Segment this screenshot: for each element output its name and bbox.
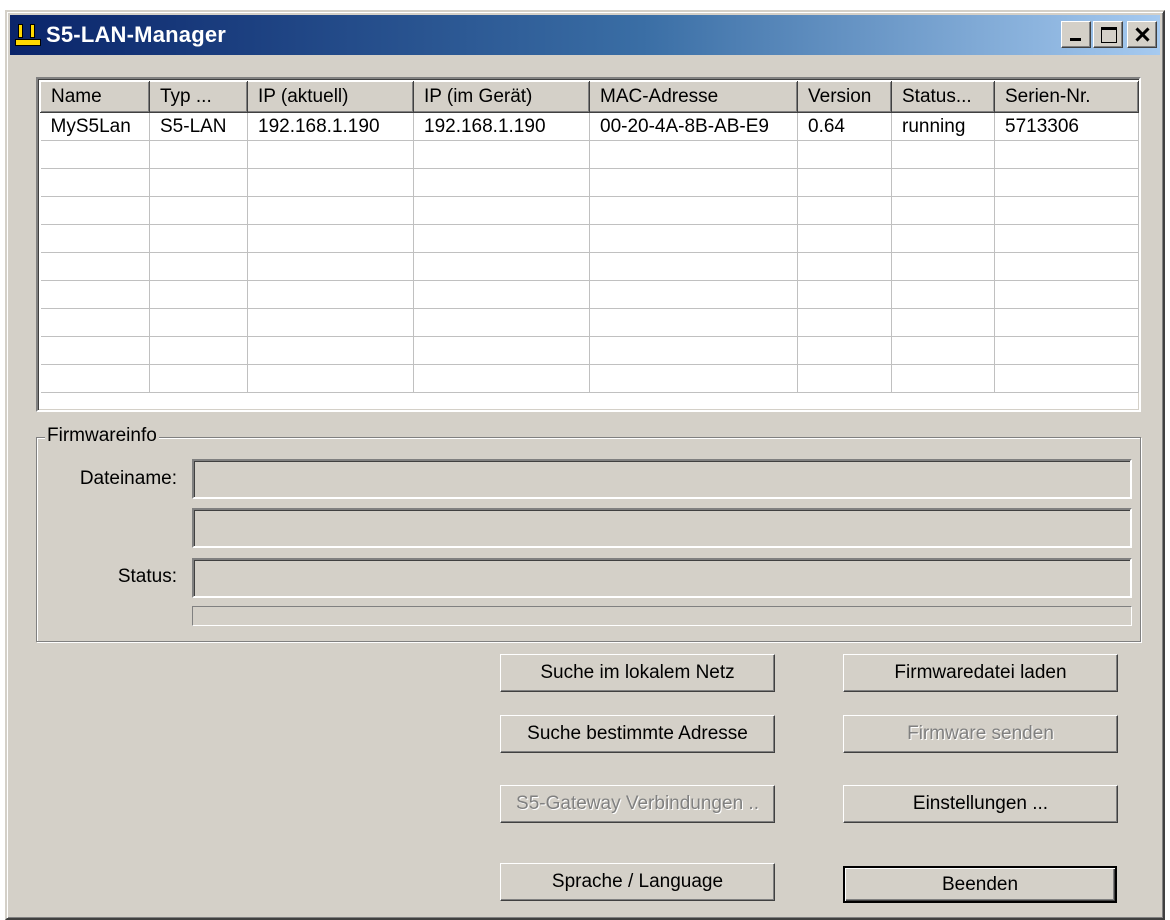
empty-row: [40, 364, 1139, 393]
cell-ip-geraet: 192.168.1.190: [413, 112, 590, 141]
cell-typ: S5-LAN: [149, 112, 248, 141]
window-title: S5-LAN-Manager: [46, 22, 227, 47]
exit-button[interactable]: Beenden: [843, 866, 1117, 903]
dateiname-field: [192, 459, 1132, 499]
status-label: Status:: [117, 566, 177, 587]
gateway-connections-button[interactable]: S5-Gateway Verbindungen ..: [500, 785, 775, 823]
close-icon[interactable]: [1127, 21, 1157, 48]
dateiname-label: Dateiname:: [79, 468, 177, 489]
cell-serial: 5713306: [994, 112, 1139, 141]
empty-row: [40, 140, 1139, 169]
status-field: [192, 558, 1132, 598]
column-header-name[interactable]: Name: [40, 81, 150, 113]
window-controls: [1059, 21, 1157, 48]
maximize-icon[interactable]: [1093, 21, 1123, 48]
table-header-row: Name Typ ... IP (aktuell) IP (im Gerät) …: [40, 81, 1139, 113]
empty-row: [40, 280, 1139, 309]
empty-row: [40, 224, 1139, 253]
empty-row: [40, 168, 1139, 197]
load-firmware-file-button[interactable]: Firmwaredatei laden: [843, 654, 1118, 692]
cell-version: 0.64: [797, 112, 892, 141]
language-button[interactable]: Sprache / Language: [500, 863, 775, 901]
empty-row: [40, 308, 1139, 337]
cell-name: MyS5Lan: [40, 112, 150, 141]
column-header-version[interactable]: Version: [797, 81, 892, 113]
cell-mac: 00-20-4A-8B-AB-E9: [589, 112, 798, 141]
firmware-extra-field: [192, 508, 1132, 548]
firmware-progress-bar: [192, 606, 1132, 626]
column-header-ip-aktuell[interactable]: IP (aktuell): [247, 81, 414, 113]
column-header-ip-geraet[interactable]: IP (im Gerät): [413, 81, 590, 113]
empty-row: [40, 252, 1139, 281]
column-header-typ[interactable]: Typ ...: [149, 81, 248, 113]
minimize-icon[interactable]: [1061, 21, 1091, 48]
settings-button[interactable]: Einstellungen ...: [843, 785, 1118, 823]
table-row[interactable]: MyS5Lan S5-LAN 192.168.1.190 192.168.1.1…: [40, 112, 1139, 141]
main-window: S5-LAN-Manager Name Typ ... IP (aktuell)…: [5, 10, 1165, 920]
empty-row: [40, 336, 1139, 365]
search-specific-address-button[interactable]: Suche bestimmte Adresse: [500, 715, 775, 753]
empty-row: [40, 196, 1139, 225]
title-bar[interactable]: S5-LAN-Manager: [10, 15, 1160, 55]
cell-ip-aktuell: 192.168.1.190: [247, 112, 414, 141]
column-header-mac[interactable]: MAC-Adresse: [589, 81, 798, 113]
firmwareinfo-group-label: Firmwareinfo: [45, 425, 159, 447]
device-table: Name Typ ... IP (aktuell) IP (im Gerät) …: [40, 81, 1139, 393]
column-header-serial[interactable]: Serien-Nr.: [994, 81, 1139, 113]
device-list[interactable]: Name Typ ... IP (aktuell) IP (im Gerät) …: [36, 77, 1141, 412]
app-icon: [15, 22, 41, 48]
send-firmware-button[interactable]: Firmware senden: [843, 715, 1118, 753]
firmwareinfo-group: Firmwareinfo Dateiname: Status:: [36, 425, 1141, 642]
search-local-network-button[interactable]: Suche im lokalem Netz: [500, 654, 775, 692]
cell-status: running: [891, 112, 995, 141]
column-header-status[interactable]: Status...: [891, 81, 995, 113]
